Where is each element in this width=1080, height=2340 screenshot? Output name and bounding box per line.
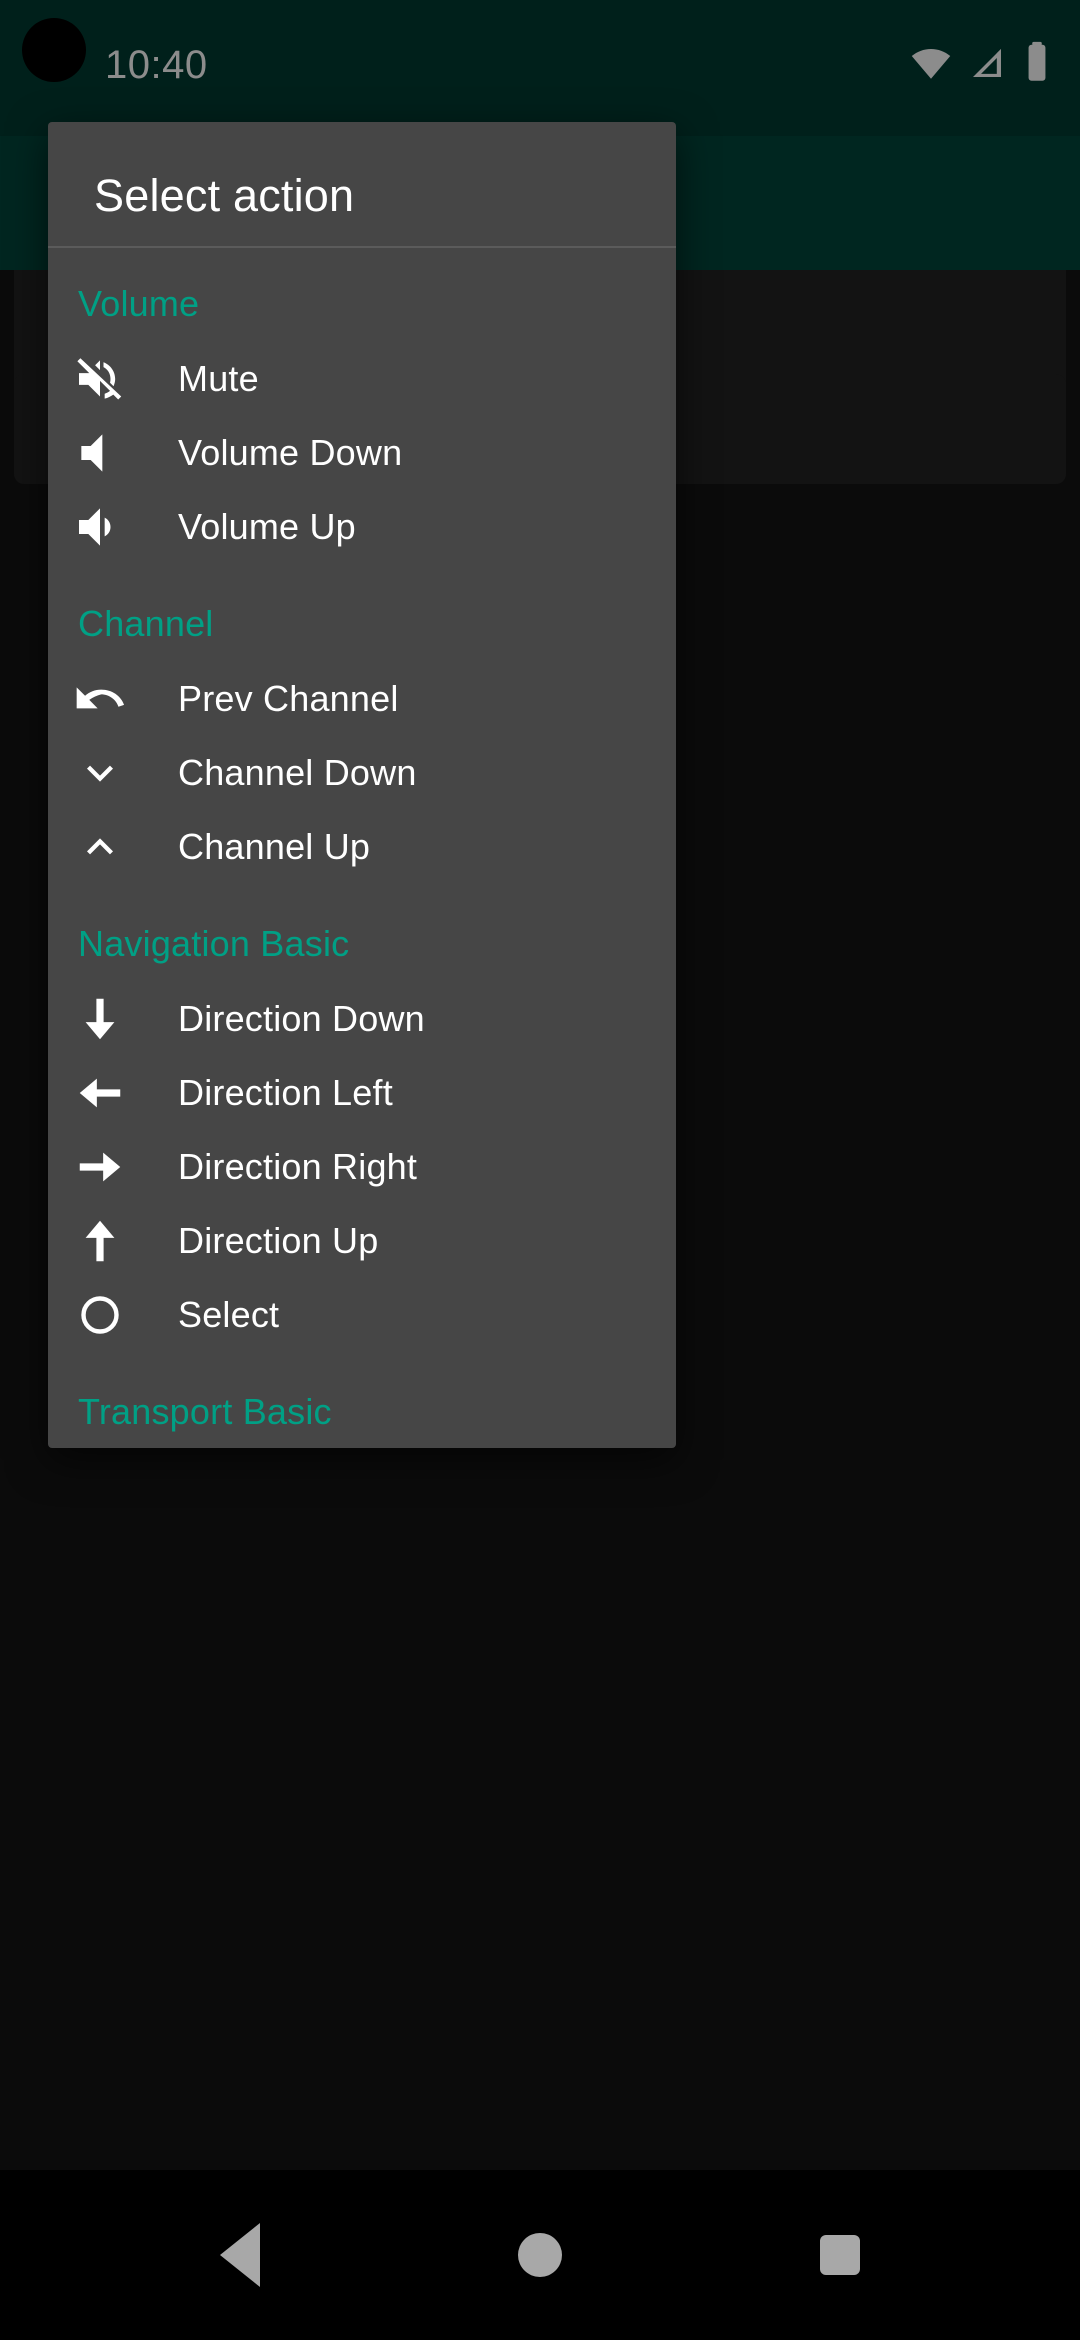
undo-arrow-icon bbox=[48, 671, 152, 727]
action-row-prev-channel[interactable]: Prev Channel bbox=[48, 662, 676, 736]
action-label: Select bbox=[178, 1294, 280, 1335]
action-row-direction-right[interactable]: Direction Right bbox=[48, 1130, 676, 1204]
recents-square-icon bbox=[820, 2235, 860, 2275]
system-navigation-bar bbox=[0, 2170, 1080, 2340]
action-row-volume-down[interactable]: Volume Down bbox=[48, 416, 676, 490]
action-label: Volume Up bbox=[178, 506, 356, 547]
action-row-volume-up[interactable]: Volume Up bbox=[48, 490, 676, 564]
action-label: Direction Down bbox=[178, 998, 425, 1039]
volume-up-icon bbox=[48, 499, 152, 555]
circle-outline-icon bbox=[48, 1293, 152, 1337]
section-header-navigation-basic: Navigation Basic bbox=[78, 923, 350, 964]
section-header-volume: Volume bbox=[78, 283, 200, 324]
chevron-down-icon bbox=[48, 747, 152, 799]
home-circle-icon bbox=[518, 2233, 562, 2277]
action-label: Direction Right bbox=[178, 1146, 418, 1187]
volume-down-icon bbox=[48, 425, 152, 481]
arrow-up-icon bbox=[48, 1214, 152, 1268]
action-label: Mute bbox=[178, 358, 259, 399]
action-label: Direction Left bbox=[178, 1072, 393, 1113]
action-label: Channel Up bbox=[178, 826, 371, 867]
nav-back-button[interactable] bbox=[140, 2170, 340, 2340]
nav-home-button[interactable] bbox=[440, 2170, 640, 2340]
action-row-direction-left[interactable]: Direction Left bbox=[48, 1056, 676, 1130]
action-label: Volume Down bbox=[178, 432, 403, 473]
action-row-mute[interactable]: Mute bbox=[48, 342, 676, 416]
arrow-down-icon bbox=[48, 992, 152, 1046]
dialog-action-list[interactable]: Volume Mute Volume Down Volume Up Channel Pre… bbox=[48, 248, 676, 1448]
action-row-channel-up[interactable]: Channel Up bbox=[48, 810, 676, 884]
action-row-select[interactable]: Select bbox=[48, 1278, 676, 1352]
action-label: Prev Channel bbox=[178, 678, 399, 719]
action-label: Channel Down bbox=[178, 752, 417, 793]
action-row-direction-down[interactable]: Direction Down bbox=[48, 982, 676, 1056]
arrow-left-icon bbox=[48, 1066, 152, 1120]
phone-screen: W I 10:40 bbox=[0, 0, 1080, 2340]
action-label: Direction Up bbox=[178, 1220, 379, 1261]
section-header-transport-basic: Transport Basic bbox=[78, 1391, 332, 1432]
back-triangle-icon bbox=[220, 2223, 260, 2287]
dialog-title: Select action bbox=[94, 170, 355, 221]
arrow-right-icon bbox=[48, 1140, 152, 1194]
select-action-dialog: Select action Volume Mute Volume Down Volum… bbox=[48, 122, 676, 1448]
section-header-channel: Channel bbox=[78, 603, 214, 644]
volume-mute-icon bbox=[48, 351, 152, 407]
action-row-channel-down[interactable]: Channel Down bbox=[48, 736, 676, 810]
action-row-direction-up[interactable]: Direction Up bbox=[48, 1204, 676, 1278]
nav-recents-button[interactable] bbox=[740, 2170, 940, 2340]
chevron-up-icon bbox=[48, 821, 152, 873]
